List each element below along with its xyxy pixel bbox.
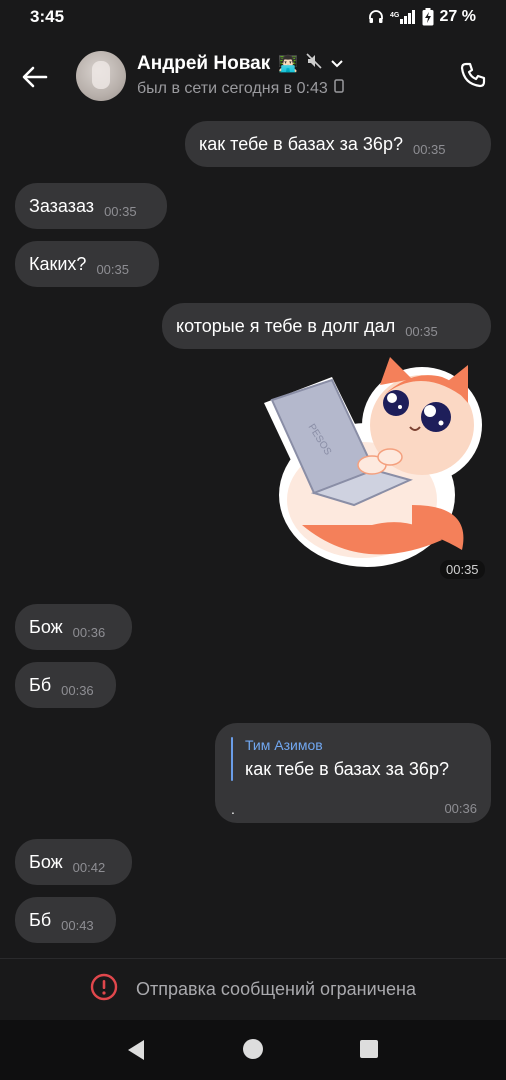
phone-icon[interactable] <box>458 60 488 90</box>
nav-home-icon[interactable] <box>243 1039 263 1059</box>
message-bubble-in[interactable]: Бб 00:43 <box>15 897 116 943</box>
message-bubble-out[interactable]: которые я тебе в долг дал 00:35 <box>162 303 491 349</box>
nav-recent-icon[interactable] <box>360 1040 378 1058</box>
message-text: Каких? <box>29 253 87 274</box>
message-text: Бб <box>29 674 52 695</box>
signal-icon: 4G <box>390 9 416 25</box>
message-bubble-in[interactable]: Каких? 00:35 <box>15 241 159 287</box>
nav-back-icon[interactable] <box>126 1039 146 1066</box>
last-seen-text: был в сети сегодня в 0:43 <box>137 79 328 97</box>
message-time: 00:43 <box>61 917 94 933</box>
back-arrow-icon[interactable] <box>20 62 50 92</box>
avatar[interactable] <box>76 51 126 101</box>
message-time: 00:35 <box>104 203 137 219</box>
svg-text:4G: 4G <box>390 12 400 19</box>
headphones-icon <box>368 9 384 25</box>
message-text: Бож <box>29 616 63 637</box>
message-bubble-in[interactable]: Бож 00:42 <box>15 839 132 885</box>
device-icon <box>334 79 344 98</box>
message-text: Зазазаз <box>29 195 95 216</box>
name-emoji: 👨🏻‍💻 <box>278 56 299 73</box>
message-time: 00:36 <box>444 801 477 816</box>
message-bubble-in[interactable]: Зазазаз 00:35 <box>15 183 167 229</box>
message-text: Бож <box>29 851 63 872</box>
message-text: которые я тебе в долг дал <box>176 315 396 336</box>
status-icons: 4G 27 % <box>368 8 476 26</box>
message-bubble-in[interactable]: Бб 00:36 <box>15 662 116 708</box>
message-time: 00:36 <box>61 682 94 698</box>
sticker-time: 00:35 <box>440 560 485 579</box>
reply-author[interactable]: Тим Азимов <box>245 737 323 753</box>
chat-header: Андрей Новак 👨🏻‍💻 был в сети сегодня в 0… <box>0 40 506 112</box>
reply-quoted-text[interactable]: как тебе в базах за 36р? <box>245 759 449 780</box>
status-bar: 3:45 4G 27 % <box>0 0 506 34</box>
message-time: 00:35 <box>405 323 438 339</box>
reply-quote-bar <box>231 737 233 781</box>
message-time: 00:42 <box>72 859 106 875</box>
contact-name-text: Андрей Новак <box>137 53 271 74</box>
message-text: как тебе в базах за 36р? <box>199 133 403 154</box>
message-bubble-in[interactable]: Бож 00:36 <box>15 604 132 650</box>
restricted-text: Отправка сообщений ограничена <box>136 979 416 999</box>
chevron-down-icon[interactable] <box>330 53 344 75</box>
message-bubble-out[interactable]: как тебе в базах за 36р? 00:35 <box>185 121 491 167</box>
alert-circle-icon <box>90 973 118 1006</box>
message-time: 00:35 <box>412 141 446 157</box>
battery-icon <box>422 8 434 26</box>
message-text: . <box>231 801 235 817</box>
mute-icon <box>306 53 322 75</box>
status-time: 3:45 <box>30 7 65 26</box>
reply-message-bubble[interactable]: Тим Азимов как тебе в базах за 36р? . 00… <box>215 723 491 823</box>
battery-percent: 27 % <box>439 8 476 25</box>
restricted-bar: Отправка сообщений ограничена <box>0 958 506 1020</box>
message-time: 00:35 <box>96 261 129 277</box>
contact-name[interactable]: Андрей Новак 👨🏻‍💻 <box>137 53 344 75</box>
cat-laptop-sticker[interactable]: PESOS <box>262 355 486 580</box>
message-text: Бб <box>29 909 52 930</box>
system-nav-bar <box>0 1020 506 1080</box>
message-time: 00:36 <box>72 624 106 640</box>
last-seen-status: был в сети сегодня в 0:43 <box>137 79 344 98</box>
